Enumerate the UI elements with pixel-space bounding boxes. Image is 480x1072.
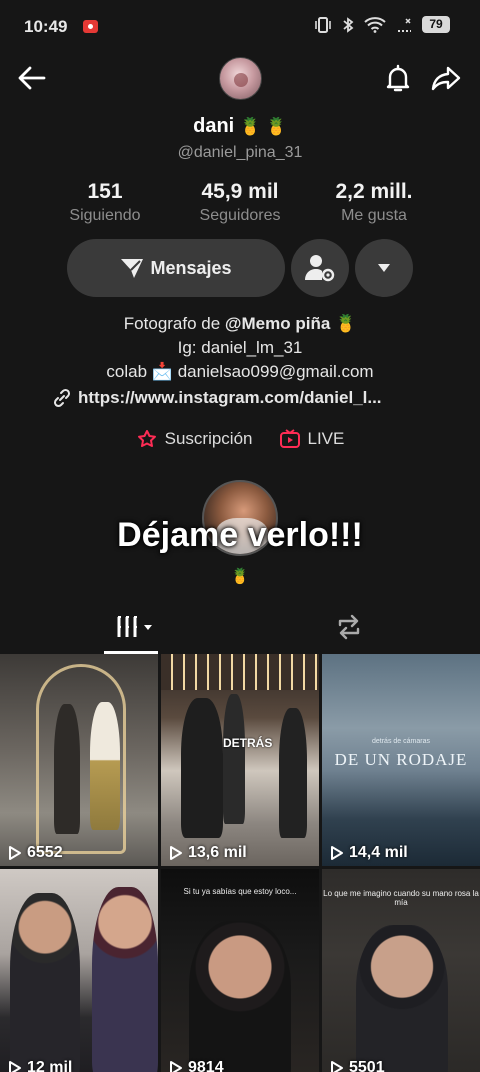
link-icon xyxy=(53,388,71,408)
repost-icon[interactable] xyxy=(334,613,364,641)
person-figure xyxy=(189,921,291,1072)
live-icon xyxy=(279,429,300,448)
more-options-button[interactable] xyxy=(355,239,413,297)
battery-indicator: 79 xyxy=(422,16,450,33)
play-icon xyxy=(170,846,182,860)
overlay-emoji: 🍍 xyxy=(230,568,250,585)
video-views-count: 5501 xyxy=(349,1059,385,1072)
messages-button[interactable]: Mensajes xyxy=(67,239,285,297)
videos-grid-icon[interactable] xyxy=(116,614,156,640)
video-views: 14,4 mil xyxy=(330,844,408,862)
overlay-caption: Déjame verlo!!! xyxy=(117,516,363,554)
video-views: 9814 xyxy=(169,1059,224,1072)
messages-button-label: Mensajes xyxy=(150,257,232,278)
video-tile[interactable]: 12 mil xyxy=(0,869,158,1072)
play-icon xyxy=(331,1061,343,1072)
video-caption: Lo que me imagino cuando su mano rosa la… xyxy=(323,889,479,907)
video-views-count: 14,4 mil xyxy=(349,844,408,861)
stat-likes[interactable]: 2,2 mill. Me gusta xyxy=(299,180,449,225)
dropdown-icon xyxy=(378,264,390,272)
add-friend-icon xyxy=(305,255,335,282)
video-views-count: 9814 xyxy=(188,1059,224,1072)
subscription-button[interactable]: Suscripción xyxy=(136,429,253,449)
video-views-count: 12 mil xyxy=(27,1059,73,1072)
profile-handle: @daniel_pina_31 xyxy=(177,144,303,161)
bio-line-3: colab 📩 danielsao099@gmail.com xyxy=(0,362,480,382)
bio-email: danielsao099@gmail.com xyxy=(177,362,374,381)
subscription-icon xyxy=(137,430,156,447)
person-figure xyxy=(10,893,80,1072)
bio-line-3-prefix: colab xyxy=(106,362,148,381)
video-tile[interactable]: Lo que me imagino cuando su mano rosa la… xyxy=(322,869,480,1072)
video-overlay-text: DETRÁS xyxy=(223,736,273,750)
live-label: LIVE xyxy=(307,429,345,448)
stat-following-value: 151 xyxy=(87,180,123,203)
signal-icon xyxy=(398,17,411,32)
play-icon xyxy=(9,846,21,860)
bio-link[interactable]: https://www.instagram.com/daniel_l... xyxy=(52,388,432,408)
video-views-count: 6552 xyxy=(27,844,63,861)
stat-following-label: Siguiendo xyxy=(69,207,141,224)
bio-link-text: https://www.instagram.com/daniel_l... xyxy=(78,388,382,407)
person-figure xyxy=(356,925,448,1072)
profile-name-emoji: 🍍 🍍 xyxy=(239,117,287,136)
bio-mention[interactable]: @Memo piña xyxy=(225,314,330,333)
play-icon xyxy=(170,1061,182,1072)
add-friend-button[interactable] xyxy=(291,239,349,297)
subscription-row: Suscripción LIVE xyxy=(0,429,480,449)
bio-line-1-prefix: Fotografo de xyxy=(123,314,225,333)
bluetooth-icon xyxy=(343,16,354,33)
play-icon xyxy=(9,1061,21,1072)
video-views: 5501 xyxy=(330,1059,385,1072)
video-caption-big: DE UN RODAJE xyxy=(334,750,468,769)
video-views-count: 13,6 mil xyxy=(188,844,247,861)
status-bar: 10:49 79 xyxy=(0,0,480,56)
stat-likes-label: Me gusta xyxy=(341,207,407,224)
vibrate-icon xyxy=(315,16,331,33)
person-figure xyxy=(279,708,307,838)
video-caption-small: detrás de cámaras xyxy=(372,738,430,745)
share-icon[interactable] xyxy=(430,62,462,94)
profile-name: dani 🍍 🍍 xyxy=(0,115,480,138)
stat-followers-label: Seguidores xyxy=(199,207,281,224)
video-tile[interactable]: Si tu ya sabías que estoy loco... 9814 xyxy=(161,869,319,1072)
video-views: 6552 xyxy=(8,844,63,862)
ceiling-lights xyxy=(161,654,319,690)
person-figure xyxy=(181,698,223,838)
stat-following[interactable]: 151 Siguiendo xyxy=(30,180,180,225)
video-tile[interactable]: 6552 xyxy=(0,654,158,866)
status-time: 10:49 xyxy=(24,17,68,36)
video-views: 12 mil xyxy=(8,1059,72,1072)
video-grid: 6552 DETRÁS 13,6 mil detrás de cámaras D… xyxy=(0,654,480,1072)
person-figure xyxy=(54,704,80,834)
bio-line-1: Fotografo de @Memo piña 🍍 xyxy=(0,314,480,334)
live-button[interactable]: LIVE xyxy=(279,429,345,449)
bio-line-1-emoji: 🍍 xyxy=(335,314,357,333)
play-icon xyxy=(331,846,343,860)
stat-likes-value: 2,2 mill. xyxy=(335,180,413,203)
video-caption: Si tu ya sabías que estoy loco... xyxy=(183,887,297,896)
screen-record-icon xyxy=(83,20,98,33)
send-icon xyxy=(121,259,144,278)
video-tile[interactable]: detrás de cámaras DE UN RODAJE 14,4 mil xyxy=(322,654,480,866)
profile-name-text: dani xyxy=(193,115,235,137)
video-views: 13,6 mil xyxy=(169,844,247,862)
content-tabs xyxy=(0,600,480,654)
stat-followers[interactable]: 45,9 mil Seguidores xyxy=(165,180,315,225)
person-figure xyxy=(223,694,245,824)
status-icons: 79 xyxy=(314,16,450,33)
bio-line-2: Ig: daniel_lm_31 xyxy=(177,338,303,357)
profile-avatar-small xyxy=(219,57,262,100)
person-figure xyxy=(90,702,120,830)
subscription-label: Suscripción xyxy=(164,429,253,448)
wifi-icon xyxy=(364,16,386,33)
stat-followers-value: 45,9 mil xyxy=(201,180,279,203)
video-tile[interactable]: DETRÁS 13,6 mil xyxy=(161,654,319,866)
bell-icon[interactable] xyxy=(382,62,414,94)
bio-line-3-emoji: 📩 xyxy=(151,362,173,381)
back-arrow-icon[interactable] xyxy=(16,62,48,94)
person-figure xyxy=(92,887,158,1072)
